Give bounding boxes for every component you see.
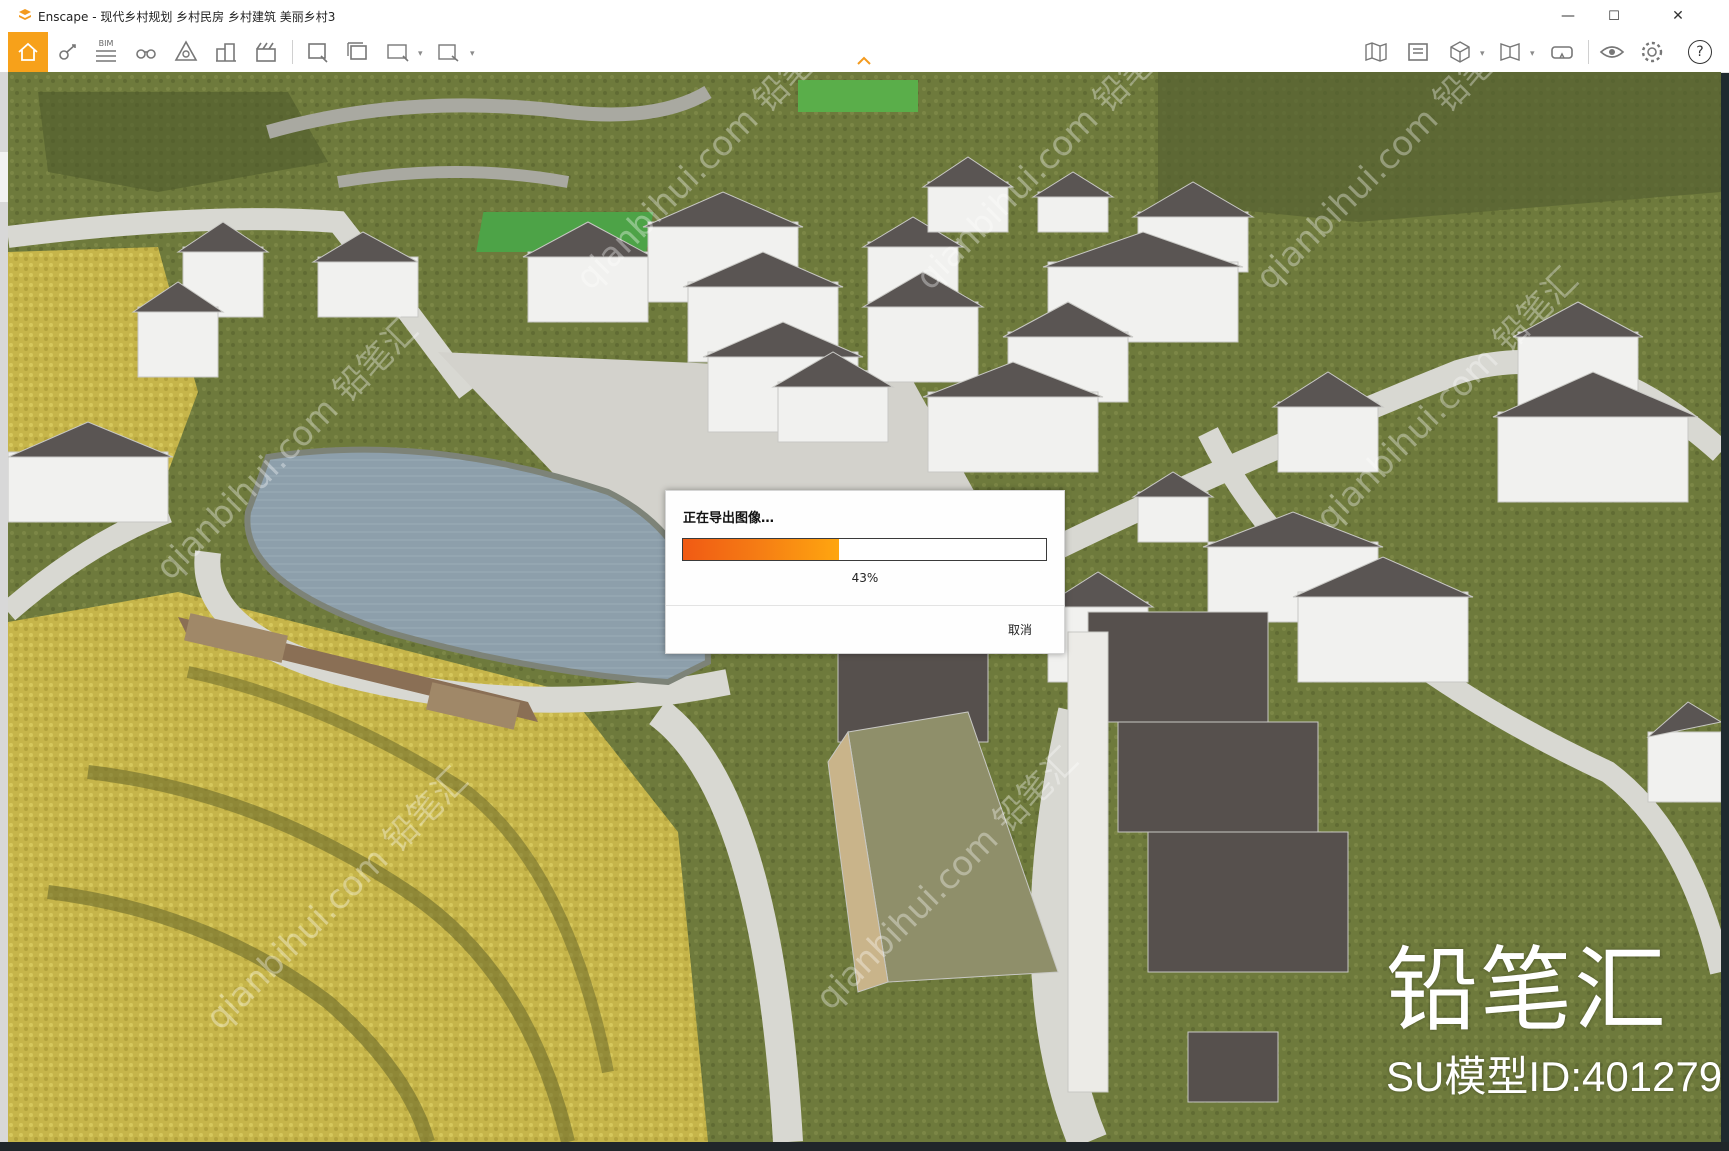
panorama-dropdown-caret[interactable]: ▾ xyxy=(418,49,423,59)
book-icon xyxy=(1500,43,1520,61)
exe-export-icon xyxy=(438,44,459,62)
collapse-toolbar-chevron-icon[interactable] xyxy=(856,56,872,66)
dialog-divider xyxy=(666,605,1064,606)
cube-dropdown-caret[interactable]: ▾ xyxy=(1480,49,1485,59)
bim-list-icon xyxy=(96,50,116,62)
cube-view-button[interactable] xyxy=(1444,36,1476,68)
bim-label: BIM xyxy=(98,39,114,48)
batch-export-button[interactable] xyxy=(342,36,374,68)
binoculars-button[interactable] xyxy=(130,36,162,68)
buildings-icon xyxy=(216,43,236,62)
brand-watermark: 铅笔汇 xyxy=(1386,937,1669,1044)
clapperboard-icon xyxy=(256,42,276,62)
maximize-button[interactable]: ☐ xyxy=(1591,0,1637,32)
bim-button[interactable]: BIM xyxy=(90,36,122,68)
sketch-view-button[interactable] xyxy=(170,36,202,68)
exe-export-button[interactable] xyxy=(432,36,464,68)
asset-library-icon xyxy=(1408,43,1428,61)
help-icon: ? xyxy=(1688,40,1712,64)
visual-settings-eye-button[interactable] xyxy=(1596,36,1628,68)
screenshot-export-icon xyxy=(308,43,328,63)
settings-gear-icon xyxy=(1641,41,1663,63)
home-button[interactable] xyxy=(8,32,48,72)
home-icon xyxy=(18,42,38,61)
batch-export-icon xyxy=(347,42,367,60)
cancel-button[interactable]: 取消 xyxy=(1008,621,1032,638)
toolbar-separator xyxy=(292,40,293,64)
screenshot-export-button[interactable] xyxy=(302,36,334,68)
binoculars-icon xyxy=(136,49,156,59)
video-editor-button[interactable] xyxy=(250,36,282,68)
help-button[interactable]: ? xyxy=(1684,36,1716,68)
buildings-button[interactable] xyxy=(210,36,242,68)
enscape-logo-icon xyxy=(19,9,31,20)
eye-icon xyxy=(1599,46,1625,58)
book-button[interactable] xyxy=(1494,36,1526,68)
exe-dropdown-caret[interactable]: ▾ xyxy=(470,49,475,59)
minimize-button[interactable]: — xyxy=(1545,0,1591,32)
panorama-export-button[interactable] xyxy=(382,36,414,68)
export-progress-bar xyxy=(682,538,1047,561)
taskbar-edge xyxy=(0,1142,1729,1151)
sketch-view-icon xyxy=(174,40,198,61)
progress-fill xyxy=(683,539,840,560)
export-progress-dialog: 正在导出图像… 43% 取消 xyxy=(665,490,1065,654)
cube-view-icon xyxy=(1450,41,1470,63)
panorama-360-icon xyxy=(387,44,409,62)
asset-library-button[interactable] xyxy=(1402,36,1434,68)
close-button[interactable]: ✕ xyxy=(1655,0,1701,32)
map-button[interactable] xyxy=(1360,36,1392,68)
map-icon xyxy=(1365,42,1387,62)
progress-percent-label: 43% xyxy=(851,571,879,585)
orbit-view-button[interactable] xyxy=(52,36,84,68)
book-dropdown-caret[interactable]: ▾ xyxy=(1530,49,1535,59)
model-id-watermark: SU模型ID:401279 xyxy=(1386,1053,1723,1100)
title-bar: Enscape - 现代乡村规划 乡村民房 乡村建筑 美丽乡村3 — ☐ ✕ xyxy=(0,0,1729,32)
enscape-toolbar: BIM ▾ ▾ ▾ ▾ ? xyxy=(0,32,1729,73)
background-window-edge xyxy=(0,72,8,1151)
vr-headset-icon xyxy=(1551,46,1573,59)
orbit-view-icon xyxy=(59,44,76,60)
dialog-title: 正在导出图像… xyxy=(683,511,775,526)
vr-headset-button[interactable] xyxy=(1546,36,1578,68)
window-title: Enscape - 现代乡村规划 乡村民房 乡村建筑 美丽乡村3 xyxy=(38,10,336,24)
toolbar-separator-right xyxy=(1588,40,1589,64)
help-glyph: ? xyxy=(1696,44,1704,60)
settings-button[interactable] xyxy=(1636,36,1668,68)
enscape-window: Enscape - 现代乡村规划 乡村民房 乡村建筑 美丽乡村3 — ☐ ✕ B… xyxy=(0,0,1729,1151)
